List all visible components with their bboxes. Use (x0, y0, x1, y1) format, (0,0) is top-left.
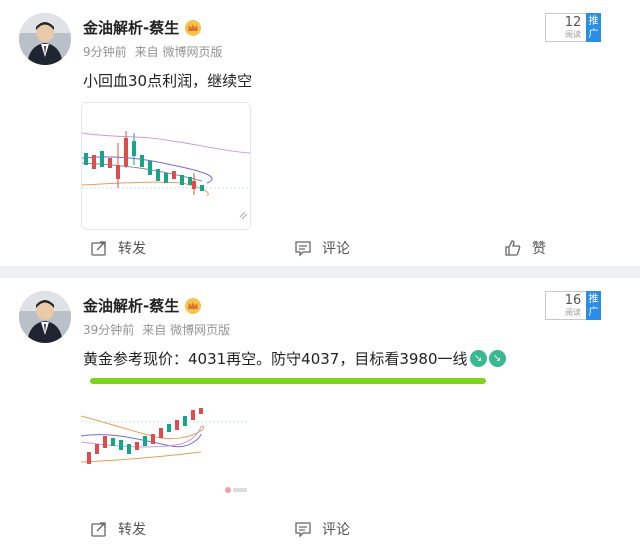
post-text: 黄金参考现价：4031再空。防守4037，目标看3980一线 (83, 350, 468, 368)
avatar[interactable] (19, 13, 71, 65)
comment-button[interactable]: 评论 (294, 515, 350, 543)
like-button[interactable]: 赞 (504, 234, 546, 262)
chart-thumbnail[interactable] (81, 102, 251, 230)
author-name[interactable]: 金油解析-蔡生 (83, 295, 202, 316)
comment-button[interactable]: 评论 (294, 234, 350, 262)
repost-label[interactable]: 转发 (118, 519, 146, 539)
crown-icon (184, 19, 202, 37)
post-actions: 转发 评论 (0, 515, 640, 543)
like-icon (505, 240, 521, 256)
repost-icon (91, 522, 106, 537)
post-meta: 39分钟前 来自 微博网页版 (83, 321, 230, 338)
comment-icon (295, 241, 311, 257)
chart-thumbnail[interactable] (81, 406, 249, 532)
highlight-bar (90, 378, 486, 384)
trend-down-emoji: ↘ (488, 350, 506, 367)
author-name[interactable]: 金油解析-蔡生 (83, 17, 202, 38)
author-name-text[interactable]: 金油解析-蔡生 (83, 17, 179, 38)
repost-icon (91, 241, 106, 256)
post-text-row: 黄金参考现价：4031再空。防守4037，目标看3980一线 ↘ ↘ (83, 348, 506, 369)
comment-label[interactable]: 评论 (322, 238, 350, 258)
post-card: 金油解析-蔡生 39分钟前 来自 微博网页版 16 阅读 推广 黄金参考现价：4… (0, 278, 640, 552)
post-meta: 9分钟前 来自 微博网页版 (83, 43, 222, 60)
crown-icon (184, 297, 202, 315)
post-text: 小回血30点利润，继续空 (83, 72, 253, 90)
repost-button[interactable]: 转发 (90, 234, 146, 262)
repost-button[interactable]: 转发 (90, 515, 146, 543)
like-label[interactable]: 赞 (532, 238, 546, 258)
post-card: 金油解析-蔡生 9分钟前 来自 微博网页版 12 阅读 推广 小回血30点利润，… (0, 0, 640, 266)
avatar[interactable] (19, 291, 71, 343)
post-time[interactable]: 9分钟前 (83, 43, 127, 60)
post-time[interactable]: 39分钟前 (83, 321, 134, 338)
comment-label[interactable]: 评论 (322, 519, 350, 539)
post-actions: 转发 评论 赞 (0, 234, 640, 262)
repost-label[interactable]: 转发 (118, 238, 146, 258)
comment-icon (295, 522, 311, 538)
post-source: 来自 微博网页版 (142, 323, 231, 337)
promote-button[interactable]: 推广 (586, 291, 601, 320)
author-name-text[interactable]: 金油解析-蔡生 (83, 295, 179, 316)
trend-down-emoji: ↘ (469, 350, 487, 367)
post-source: 来自 微博网页版 (134, 45, 223, 59)
promote-button[interactable]: 推广 (586, 13, 601, 42)
